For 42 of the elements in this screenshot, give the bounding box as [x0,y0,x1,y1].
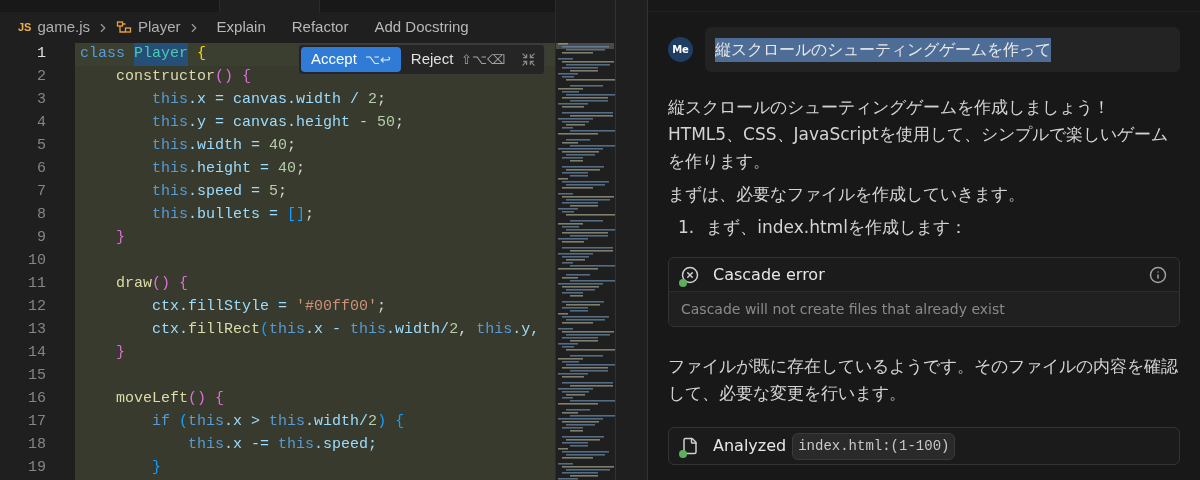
line-number: 15 [27,366,47,387]
chat-paragraph: 縦スクロールのシューティングゲームを作成しましょう！ HTML5、CSS、JavaScriptを使用して、シンプルで楽しいゲームを作ります。 [668,96,1169,173]
line-number: 17 [27,412,47,433]
line-number: 7 [36,182,47,203]
line-number: 18 [27,435,47,456]
code-action-link[interactable]: Refactor [291,16,349,39]
line-number: 13 [27,320,47,341]
breadcrumb-item[interactable]: game.js [37,16,90,39]
line-number: 3 [36,90,47,111]
collapse-icon[interactable] [521,52,537,67]
chat-paragraph: ファイルが既に存在しているようです。そのファイルの内容を確認して、必要な変更を行います。 [668,355,1179,405]
line-number: 14 [27,343,47,364]
list-item-text: まず、index.htmlを作成します： [706,216,967,239]
user-avatar: Me [668,37,693,62]
line-number: 2 [36,67,47,88]
line-number: 1 [36,44,47,65]
line-number: 9 [36,228,47,249]
line-number: 10 [27,251,47,272]
error-icon [681,265,699,284]
prompt-text: 縦スクロールのシューティングゲームを作って [715,37,1051,62]
tool-label: Analyzed [713,435,787,457]
code-action-link[interactable]: Add Docstring [374,16,469,39]
chat-paragraph: まずは、必要なファイルを作成していきます。 [668,183,1026,206]
file-type-label: JS [18,20,32,36]
file-chip[interactable]: index.html:(1-100) [792,432,956,460]
error-title: Cascade error [713,263,826,286]
file-icon [681,437,699,455]
breadcrumb-item[interactable]: Player [138,16,181,39]
list-number: 1. [678,216,695,239]
line-number: 19 [27,458,47,479]
line-number: 16 [27,389,47,410]
line-number: 4 [36,113,47,134]
error-detail: Cascade will not create files that already exist [669,292,1179,326]
info-icon[interactable] [1149,265,1167,284]
line-number: 5 [36,136,47,157]
line-number: 11 [27,274,47,295]
accept-button[interactable]: Accept ⌥↩ [301,47,401,72]
line-number: 8 [36,205,47,226]
line-number: 12 [27,297,47,318]
class-symbol-icon [116,19,132,36]
line-number: 6 [36,159,47,180]
code-action-link[interactable]: Explain [216,16,266,39]
